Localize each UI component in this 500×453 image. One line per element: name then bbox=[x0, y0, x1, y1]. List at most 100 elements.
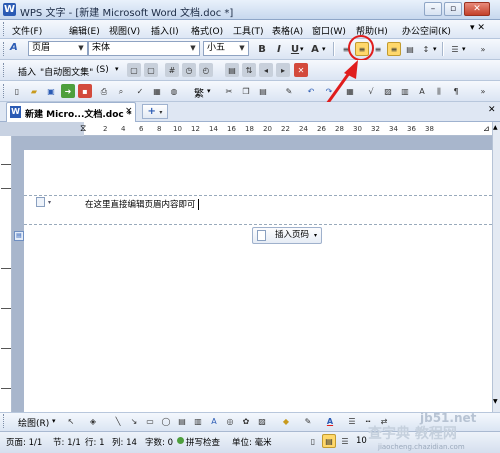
switch-header-footer-icon[interactable]: ⇅ bbox=[242, 63, 256, 77]
close-button[interactable]: ✕ bbox=[464, 2, 490, 16]
menu-window[interactable]: 窗口(W) bbox=[312, 24, 346, 37]
print-preview-icon[interactable]: ⌕ bbox=[114, 84, 128, 98]
select-objects-icon[interactable]: ↖ bbox=[64, 414, 78, 428]
font-color-button[interactable]: A bbox=[308, 42, 322, 56]
open-icon[interactable]: ▰ bbox=[27, 84, 41, 98]
line-style-icon[interactable]: ☰ bbox=[345, 414, 359, 428]
toolbar-overflow-icon[interactable]: » bbox=[476, 42, 490, 56]
page-number-icon[interactable]: # bbox=[165, 63, 179, 77]
status-zoom[interactable]: 10 bbox=[356, 436, 367, 446]
chevron-down-icon[interactable]: ▾ bbox=[207, 87, 211, 95]
justify-icon[interactable]: ≡ bbox=[387, 42, 401, 56]
close-document-icon[interactable]: ✕ bbox=[488, 105, 496, 115]
header-setup-icon[interactable]: ▤ bbox=[225, 63, 239, 77]
status-spellcheck[interactable]: 拼写检查 bbox=[186, 436, 220, 448]
style-select[interactable]: 页眉 ▼ bbox=[28, 41, 88, 56]
minimize-button[interactable]: – bbox=[424, 2, 442, 16]
time-icon[interactable]: ◴ bbox=[199, 63, 213, 77]
rectangle-icon[interactable]: ▭ bbox=[143, 414, 157, 428]
send-icon[interactable]: ➜ bbox=[61, 84, 75, 98]
insert-label[interactable]: 插入 bbox=[18, 65, 36, 78]
print-layout-icon[interactable]: ▤ bbox=[322, 434, 336, 448]
status-word-count[interactable]: 字数: 0 bbox=[145, 436, 173, 448]
chevron-down-icon[interactable]: ▾ bbox=[115, 65, 119, 73]
scroll-up-icon[interactable]: ▲ bbox=[493, 124, 499, 134]
font-size-select[interactable]: 小五 ▼ bbox=[203, 41, 249, 56]
word-count-icon[interactable]: ▦ bbox=[150, 84, 164, 98]
page-icon[interactable]: ▢ bbox=[144, 63, 158, 77]
document-page[interactable] bbox=[24, 150, 492, 412]
paste-icon[interactable]: ▤ bbox=[256, 84, 270, 98]
standard-toolbar-grip[interactable] bbox=[3, 84, 7, 98]
menubar-grip[interactable] bbox=[3, 22, 7, 36]
header-text[interactable]: 在这里直接编辑页眉内容即可 bbox=[85, 198, 196, 210]
new-tab-button[interactable]: + ▾ bbox=[142, 104, 168, 119]
italic-button[interactable]: I bbox=[272, 42, 286, 56]
page-view-icon[interactable]: ▯ bbox=[306, 434, 320, 448]
chevron-down-icon[interactable]: ▾ bbox=[52, 417, 56, 425]
numbered-list-icon[interactable]: ☰ bbox=[448, 42, 462, 56]
font-select[interactable]: 宋体 ▼ bbox=[88, 41, 200, 56]
vertical-text-box-icon[interactable]: ▥ bbox=[191, 414, 205, 428]
line-icon[interactable]: ╲ bbox=[111, 414, 125, 428]
text-box-icon[interactable]: A bbox=[415, 84, 429, 98]
status-unit[interactable]: 单位: 毫米 bbox=[232, 436, 272, 448]
chevron-down-icon[interactable]: ▾ bbox=[462, 45, 466, 53]
autoshapes-icon[interactable]: ◈ bbox=[86, 414, 100, 428]
chevron-down-icon[interactable]: ▾ bbox=[300, 45, 304, 53]
outline-view-icon[interactable]: ☰ bbox=[338, 434, 352, 448]
date-icon[interactable]: ◷ bbox=[182, 63, 196, 77]
vertical-ruler[interactable] bbox=[0, 136, 12, 412]
copy-icon[interactable]: ❐ bbox=[239, 84, 253, 98]
vertical-scrollbar[interactable] bbox=[492, 122, 500, 412]
chevron-down-icon[interactable]: ▾ bbox=[322, 45, 326, 53]
export-pdf-icon[interactable]: ▪ bbox=[78, 84, 92, 98]
menu-view[interactable]: 视图(V) bbox=[109, 24, 140, 37]
menu-edit[interactable]: 编辑(E) bbox=[69, 24, 100, 37]
autotext-menu[interactable]: "自动图文集" bbox=[40, 65, 93, 78]
draw-menu[interactable]: 绘图(R) bbox=[18, 416, 49, 429]
research-icon[interactable]: ◍ bbox=[167, 84, 181, 98]
font-color-draw-icon[interactable]: A bbox=[323, 414, 337, 428]
save-icon[interactable]: ▣ bbox=[44, 84, 58, 98]
insert-picture-icon[interactable]: ▨ bbox=[381, 84, 395, 98]
new-document-icon[interactable]: ▯ bbox=[10, 84, 24, 98]
text-box-icon[interactable]: ▤ bbox=[175, 414, 189, 428]
ellipse-icon[interactable]: ◯ bbox=[159, 414, 173, 428]
chevron-down-icon[interactable]: ▾ bbox=[48, 199, 51, 206]
spell-check-icon[interactable]: ✓ bbox=[133, 84, 147, 98]
insert-toolbar-grip[interactable] bbox=[3, 63, 7, 77]
menu-table[interactable]: 表格(A) bbox=[272, 24, 303, 37]
menu-options-chevron-icon[interactable]: ▾ ✕ bbox=[470, 23, 485, 33]
line-spacing-icon[interactable]: ↕ bbox=[419, 42, 433, 56]
line-color-icon[interactable]: ✎ bbox=[301, 414, 315, 428]
arrow-icon[interactable]: ↘ bbox=[127, 414, 141, 428]
menu-format[interactable]: 格式(O) bbox=[191, 24, 223, 37]
styles-pane-icon[interactable]: A bbox=[10, 42, 18, 53]
header-options-icon[interactable] bbox=[36, 197, 45, 207]
page-setup-icon[interactable]: ▢ bbox=[127, 63, 141, 77]
diagram-icon[interactable]: ◎ bbox=[223, 414, 237, 428]
header-marker-icon[interactable]: ▤ bbox=[14, 231, 24, 241]
bold-button[interactable]: B bbox=[255, 42, 269, 56]
menu-insert[interactable]: 插入(I) bbox=[151, 24, 179, 37]
cut-icon[interactable]: ✂ bbox=[222, 84, 236, 98]
print-icon[interactable]: ⎙ bbox=[97, 84, 111, 98]
picture-icon[interactable]: ▨ bbox=[255, 414, 269, 428]
clipart-icon[interactable]: ✿ bbox=[239, 414, 253, 428]
traditional-chinese-button[interactable]: 繁 bbox=[194, 85, 204, 100]
menu-tools[interactable]: 工具(T) bbox=[233, 24, 264, 37]
format-toolbar-grip[interactable] bbox=[3, 42, 7, 56]
scroll-down-icon[interactable]: ▼ bbox=[493, 398, 499, 408]
distributed-align-icon[interactable]: ▤ bbox=[403, 42, 417, 56]
indent-marker-icon[interactable]: ⧖ bbox=[80, 122, 86, 136]
menu-office-space[interactable]: 办公空间(K) bbox=[402, 24, 451, 37]
document-tab[interactable]: W 新建 Micro...文档.doc * × bbox=[6, 102, 136, 122]
tab-close-icon[interactable]: × bbox=[125, 106, 133, 116]
toolbar-overflow-icon[interactable]: » bbox=[476, 84, 490, 98]
wordart-icon[interactable]: A bbox=[207, 414, 221, 428]
chevron-down-icon[interactable]: ▾ bbox=[433, 45, 437, 53]
columns-icon[interactable]: ⫼ bbox=[432, 84, 446, 98]
show-hide-marks-icon[interactable]: ¶ bbox=[449, 84, 463, 98]
chart-icon[interactable]: ▥ bbox=[398, 84, 412, 98]
